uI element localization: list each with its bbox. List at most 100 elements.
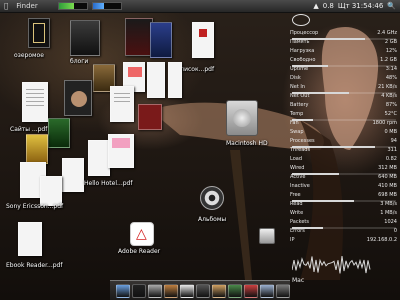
user-icon[interactable] <box>244 284 258 298</box>
panel-row-label: Свободно <box>290 57 316 63</box>
desktop-item-label: блоги <box>70 58 89 65</box>
panel-row-label: Net In <box>290 84 306 90</box>
panel-row: Temp 52°C <box>290 111 397 117</box>
desktop:  Finder ▲ 0.8 Щт 31:54:46 🔍 озеромое бл… <box>0 0 400 300</box>
mail-icon[interactable] <box>180 284 194 298</box>
desktop-item-20[interactable] <box>18 222 42 256</box>
panel-row-label: Temp <box>290 111 304 117</box>
panel-row-label: Wired <box>290 165 305 171</box>
network-graph <box>292 256 371 274</box>
panel-row-label: Нагрузка <box>290 48 315 54</box>
film-reel-icon[interactable] <box>200 186 224 210</box>
desktop-item-15[interactable] <box>88 140 110 176</box>
stack-icon[interactable] <box>164 284 178 298</box>
desktop-item-2[interactable] <box>125 18 153 56</box>
desktop-item-label: Hello Hotel...pdf <box>84 180 133 187</box>
panel-row: Нагрузка 12% <box>290 48 397 54</box>
panel-row: Write 1 MB/s <box>290 210 397 216</box>
usage-bar-fill <box>292 119 313 121</box>
panel-row: Процессор 2.4 GHz <box>290 30 397 36</box>
clock[interactable]: Щт 31:54:46 <box>338 2 383 10</box>
panel-row-value: 21 KB/s <box>378 84 397 90</box>
desktop-item-0[interactable] <box>28 18 50 48</box>
usage-bar-fill <box>292 92 350 94</box>
media-icon[interactable] <box>196 284 210 298</box>
trash-icon[interactable] <box>276 284 290 298</box>
memory-meter-fill <box>93 3 105 9</box>
panel-row-value: 410 MB <box>378 183 397 189</box>
usage-bar <box>292 200 396 202</box>
panel-row: Processes 94 <box>290 138 397 144</box>
desktop-item-11[interactable] <box>138 104 162 130</box>
usage-bar-fill <box>292 146 376 148</box>
finder-icon[interactable] <box>116 284 130 298</box>
cpu-meter-fill <box>59 3 75 9</box>
panel-row-value: 0 MB <box>384 129 397 135</box>
panel-row-label: Processes <box>290 138 315 144</box>
desktop-item-label: озеромое <box>14 52 44 59</box>
panel-row: IP 192.168.0.2 <box>290 237 397 243</box>
panel-row: Packets 1024 <box>290 219 397 225</box>
panel-row-value: 312 MB <box>378 165 397 171</box>
panel-row-label: Load <box>290 156 302 162</box>
spotlight-icon[interactable]: 🔍 <box>387 2 396 10</box>
panel-row: Net In 21 KB/s <box>290 84 397 90</box>
photos-icon[interactable] <box>228 284 242 298</box>
apple-menu-icon[interactable]:  <box>0 2 12 10</box>
desktop-item-8[interactable] <box>168 62 182 98</box>
desktop-item-label: Sony Ericsson...pdf <box>6 203 64 210</box>
panel-row: Свободно 1.2 GB <box>290 57 397 63</box>
desktop-item-9[interactable] <box>64 80 92 116</box>
adobe-reader-icon[interactable]: △ <box>130 222 154 246</box>
desktop-item-14[interactable] <box>26 134 48 164</box>
panel-row-label: IP <box>290 237 295 243</box>
tools-icon[interactable] <box>148 284 162 298</box>
usage-bar <box>292 173 396 175</box>
contacts-icon[interactable] <box>212 284 226 298</box>
external-disk-icon[interactable] <box>259 228 275 244</box>
memory-meter <box>92 2 122 10</box>
usage-bar <box>292 146 396 148</box>
desktop-item-1[interactable] <box>70 20 100 56</box>
desktop-item-16[interactable] <box>108 134 134 168</box>
status-item-volume[interactable]: 0.8 <box>323 2 334 10</box>
desktop-item-label: Ebook Reader...pdf <box>6 262 63 269</box>
desktop-item-4[interactable] <box>192 22 214 58</box>
panel-row-value: 52°C <box>384 111 397 117</box>
usage-bar <box>292 227 396 229</box>
usage-bar-fill <box>292 38 365 40</box>
panel-row: Free 698 MB <box>290 192 397 198</box>
desktop-item-19[interactable] <box>40 176 62 206</box>
panel-header <box>292 14 310 26</box>
hard-drive-label: Macintosh HD <box>226 140 268 147</box>
usage-bar-fill <box>292 200 355 202</box>
disk-icon[interactable] <box>260 284 274 298</box>
panel-row-label: Процессор <box>290 30 319 36</box>
usage-bar <box>292 65 396 67</box>
desktop-item-label: Сайты ...pdf <box>10 126 48 133</box>
desktop-item-7[interactable] <box>147 62 165 98</box>
panel-row-value: 2.4 GHz <box>377 30 397 36</box>
system-monitor-panel: Процессор 2.4 GHz Память 2 GB Нагрузка 12% Сво… <box>286 14 400 285</box>
hard-drive-icon[interactable] <box>226 100 258 136</box>
desktop-item-17[interactable] <box>62 158 84 192</box>
desktop-item-10[interactable] <box>110 86 134 122</box>
desktop-item-3[interactable] <box>150 22 172 58</box>
app-title[interactable]: Finder <box>12 2 42 10</box>
panel-row-value: 1.2 GB <box>380 57 397 63</box>
panel-row-value: 192.168.0.2 <box>366 237 397 243</box>
panel-row: Wired 312 MB <box>290 165 397 171</box>
cpu-meter <box>58 2 88 10</box>
desktop-item-13[interactable] <box>48 118 70 148</box>
usage-bar-fill <box>292 227 324 229</box>
usage-bar <box>292 92 396 94</box>
panel-row-label: Swap <box>290 129 304 135</box>
usage-bar-fill <box>292 173 339 175</box>
panel-row: Load 0.82 <box>290 156 397 162</box>
terminal-icon[interactable] <box>132 284 146 298</box>
desktop-item-12[interactable] <box>22 82 48 122</box>
status-item-arrow[interactable]: ▲ <box>313 2 318 10</box>
panel-row: Disk 48% <box>290 75 397 81</box>
panel-row-label: Packets <box>290 219 309 225</box>
panel-row: Inactive 410 MB <box>290 183 397 189</box>
